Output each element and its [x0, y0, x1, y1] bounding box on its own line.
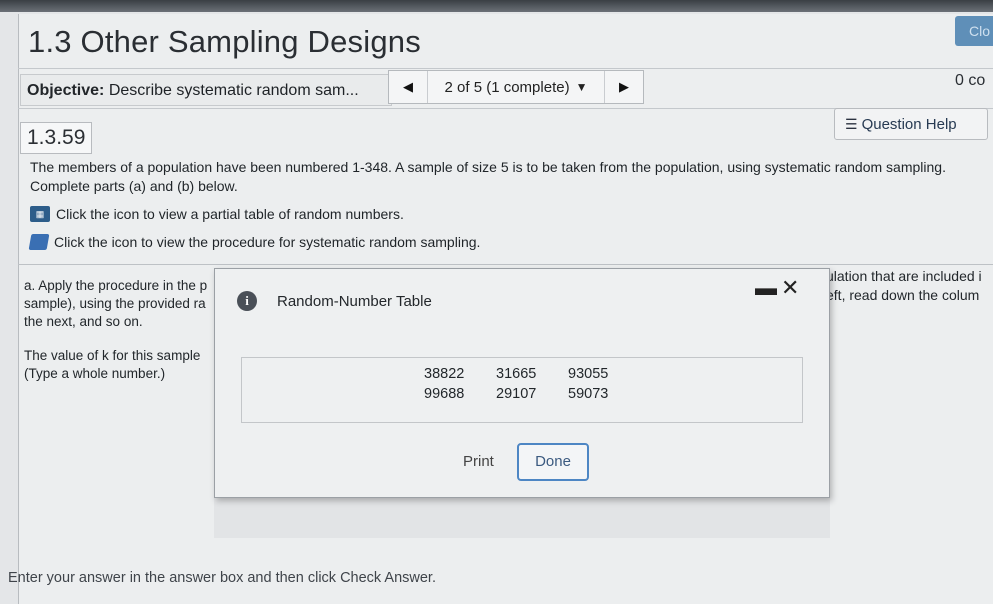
table-cell: 31665 [496, 366, 537, 382]
caret-down-icon: ▼ [575, 80, 588, 94]
table-cell: 38822 [424, 366, 465, 382]
question-text: The members of a population have been nu… [30, 159, 946, 194]
close-button[interactable]: Clo [955, 16, 993, 46]
random-table-link-row: ▦ Click the icon to view a partial table… [30, 206, 404, 222]
arrow-right-icon: ▶ [619, 79, 629, 94]
list-icon: ☰ [845, 116, 858, 132]
dialog-title: Random-Number Table [277, 293, 432, 310]
done-button[interactable]: Done [517, 443, 589, 481]
instruction-footer: Enter your answer in the answer box and … [8, 570, 436, 586]
k-hint: (Type a whole number.) [24, 366, 166, 381]
info-icon: i [237, 291, 257, 311]
k-question: The value of k for this sample (Type a w… [24, 347, 214, 383]
score-label: 0 co [955, 72, 986, 89]
next-question-button[interactable]: ▶ [605, 71, 643, 103]
part-a-line: sample), using the provided ra [24, 296, 206, 311]
table-grid: 38822 31665 93055 99688 29107 59073 [424, 366, 640, 402]
part-a-line: eft, read down the colum [826, 287, 980, 303]
random-number-dialog: i Random-Number Table ▬ ✕ 38822 31665 93… [214, 268, 830, 498]
table-cell: 99688 [424, 386, 465, 402]
progress-label: 2 of 5 (1 complete) [444, 78, 570, 96]
procedure-link-text: Click the icon to view the procedure for… [54, 234, 481, 250]
part-a-line: a. Apply the procedure in the p [24, 278, 208, 293]
previous-question-button[interactable]: ◀ [389, 71, 427, 103]
part-a-line: the next, and so on. [24, 314, 143, 329]
dialog-backdrop [214, 498, 830, 538]
table-icon[interactable]: ▦ [30, 206, 50, 222]
question-navigator: ◀ 2 of 5 (1 complete) ▼ ▶ [388, 70, 644, 104]
minimize-icon[interactable]: ▬ [755, 275, 777, 301]
part-a-text: a. Apply the procedure in the p sample),… [24, 277, 214, 331]
question-help-button[interactable]: ☰ Question Help [834, 108, 988, 140]
close-icon[interactable]: ✕ [781, 275, 799, 301]
print-button[interactable]: Print [463, 453, 494, 470]
browser-top-bar [0, 0, 993, 12]
part-a-right-text: ulation that are included i eft, read do… [826, 267, 993, 305]
arrow-left-icon: ◀ [403, 79, 413, 94]
objective-box: Objective: Describe systematic random sa… [20, 74, 392, 106]
random-table-link-text: Click the icon to view a partial table o… [56, 206, 404, 222]
divider [18, 68, 993, 69]
k-prompt: The value of k for this sample [24, 348, 201, 363]
objective-text: Describe systematic random sam... [108, 82, 359, 99]
question-help-label: Question Help [861, 116, 957, 133]
question-selector[interactable]: 2 of 5 (1 complete) ▼ [427, 71, 605, 103]
page-title: 1.3 Other Sampling Designs [28, 24, 421, 59]
random-number-table: 38822 31665 93055 99688 29107 59073 [241, 357, 803, 423]
objective-label: Objective: [27, 82, 105, 99]
question-number: 1.3.59 [20, 122, 92, 154]
document-icon[interactable] [28, 234, 50, 250]
table-cell: 93055 [568, 366, 609, 382]
section-divider [18, 264, 993, 265]
table-cell: 29107 [496, 386, 537, 402]
procedure-link-row: Click the icon to view the procedure for… [28, 234, 481, 250]
table-cell: 59073 [568, 386, 609, 402]
part-a-line: ulation that are included i [826, 268, 982, 284]
